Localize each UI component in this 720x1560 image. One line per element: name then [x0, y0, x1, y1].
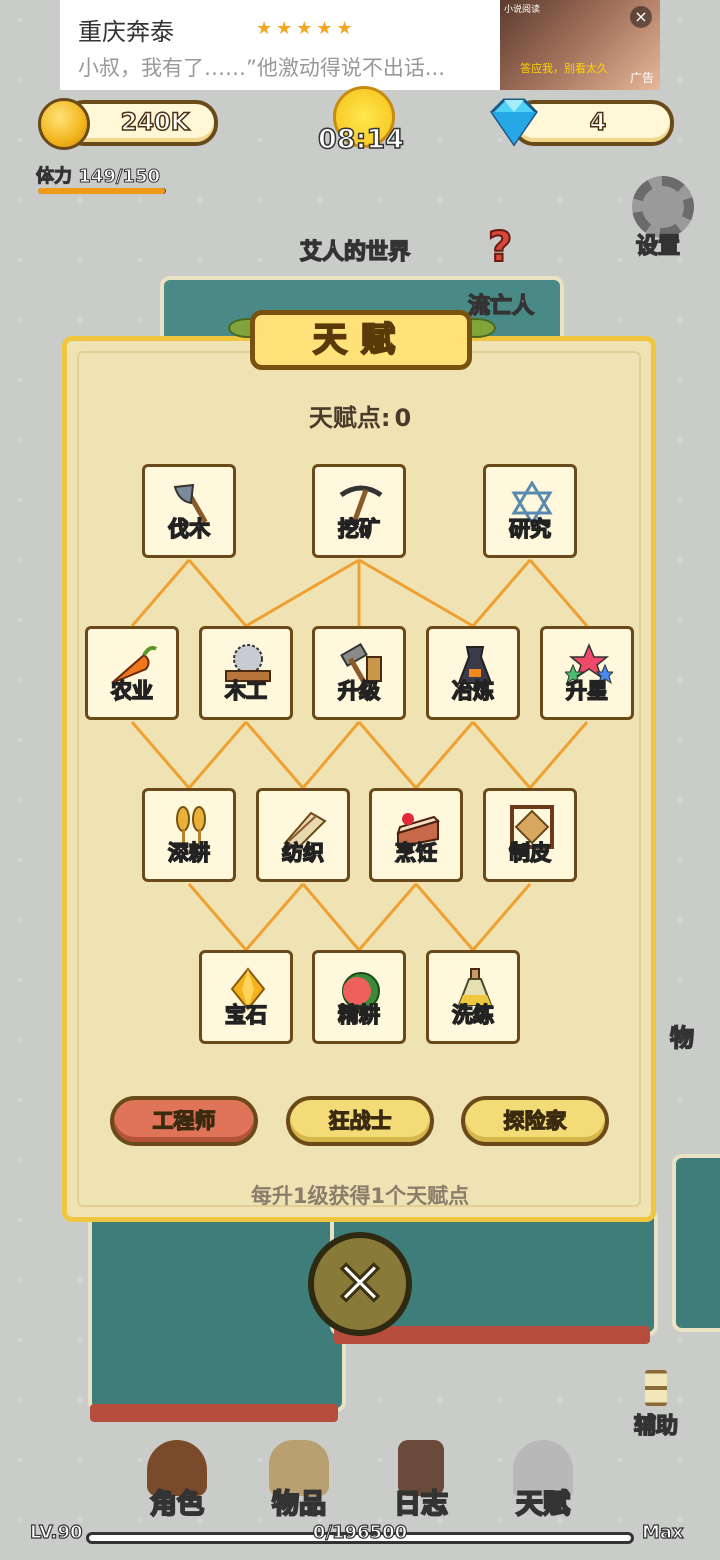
talent-node-logging[interactable]: 伐木	[142, 464, 236, 558]
assist-label: 辅助	[633, 1413, 679, 1440]
close-icon: ✕	[333, 1246, 388, 1322]
talent-link	[357, 721, 418, 789]
nav-log[interactable]: 日志	[376, 1440, 466, 1521]
talent-node-label: 农业	[110, 678, 154, 704]
talent-node-label: 木工	[224, 678, 268, 704]
talent-link	[187, 883, 248, 951]
talent-node-fine-farming[interactable]: 精耕	[312, 950, 406, 1044]
talent-node-mining[interactable]: 挖矿	[312, 464, 406, 558]
talent-link	[357, 883, 418, 951]
hourglass-icon	[645, 1370, 667, 1406]
talent-link	[130, 559, 191, 627]
max-level-label: Max	[641, 1521, 684, 1543]
class-button-berserker[interactable]: 狂战士	[286, 1096, 434, 1146]
talent-link	[414, 883, 475, 951]
talent-link	[245, 558, 360, 628]
talent-link	[471, 721, 532, 789]
talent-footnote: 每升1级获得1个天赋点	[250, 1184, 470, 1208]
nav-character[interactable]: 角色	[132, 1440, 222, 1521]
nav-label: 天赋	[515, 1488, 571, 1521]
talent-node-label: 挖矿	[337, 516, 381, 542]
talent-link	[471, 559, 532, 627]
talent-link	[358, 558, 474, 628]
nav-label: 角色	[149, 1488, 205, 1521]
talent-node-label: 制皮	[508, 840, 552, 866]
talent-node-label: 洗练	[451, 1002, 495, 1028]
nav-label: 日志	[393, 1488, 449, 1521]
talent-node-label: 宝石	[224, 1002, 268, 1028]
talent-node-label: 研究	[508, 516, 552, 542]
talent-link	[130, 721, 191, 789]
talent-link	[301, 721, 361, 789]
xp-text: 0/196500	[312, 1521, 408, 1543]
talent-node-label: 升级	[337, 678, 381, 704]
talent-node-label: 深耕	[167, 840, 211, 866]
talent-link	[187, 721, 248, 789]
talent-link	[244, 721, 305, 789]
nav-label: 物品	[271, 1488, 327, 1521]
talent-node-research[interactable]: 研究	[483, 464, 577, 558]
talent-node-cooking[interactable]: 烹饪	[369, 788, 463, 882]
class-button-explorer[interactable]: 探险家	[461, 1096, 609, 1146]
close-panel-button[interactable]: ✕	[308, 1232, 412, 1336]
talent-node-label: 烹饪	[394, 840, 438, 866]
talent-node-upgrade[interactable]: 升级	[312, 626, 406, 720]
talent-node-label: 伐木	[167, 516, 211, 542]
talent-link	[301, 883, 361, 951]
talent-node-refining[interactable]: 洗练	[426, 950, 520, 1044]
talent-link	[414, 721, 475, 789]
talent-node-star-up[interactable]: 升星	[540, 626, 634, 720]
class-button-engineer[interactable]: 工程师	[110, 1096, 258, 1146]
talent-link	[528, 721, 589, 789]
talent-node-deep-plowing[interactable]: 深耕	[142, 788, 236, 882]
talent-node-leatherwork[interactable]: 制皮	[483, 788, 577, 882]
talent-node-carpentry[interactable]: 木工	[199, 626, 293, 720]
talent-link	[244, 883, 305, 951]
talent-node-smelting[interactable]: 冶炼	[426, 626, 520, 720]
talent-node-label: 精耕	[337, 1002, 381, 1028]
nav-items[interactable]: 物品	[254, 1440, 344, 1521]
assist-button[interactable]: 辅助	[626, 1370, 686, 1440]
talent-node-label: 纺织	[281, 840, 325, 866]
talent-link	[528, 559, 589, 627]
talent-node-weaving[interactable]: 纺织	[256, 788, 350, 882]
talent-link	[187, 559, 248, 627]
talent-link	[471, 883, 532, 951]
nav-talent[interactable]: 天赋	[498, 1440, 588, 1521]
talent-node-farming[interactable]: 农业	[85, 626, 179, 720]
talent-node-gemstone[interactable]: 宝石	[199, 950, 293, 1044]
talent-node-label: 升星	[565, 678, 609, 704]
talent-node-label: 冶炼	[451, 678, 495, 704]
